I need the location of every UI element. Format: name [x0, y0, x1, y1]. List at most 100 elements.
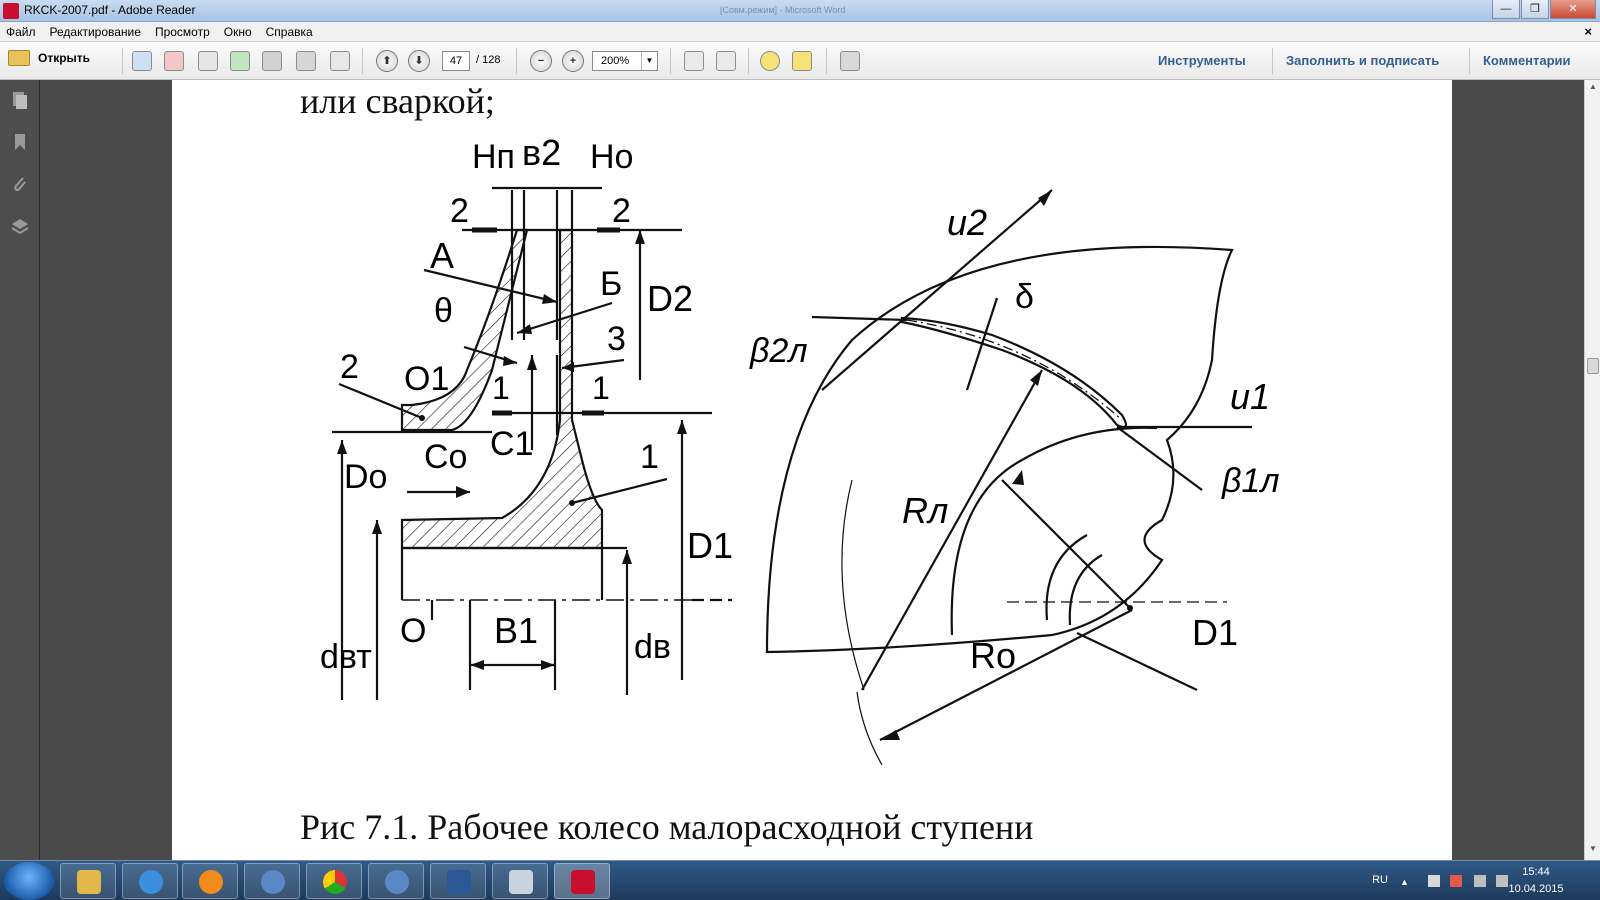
previous-page-button[interactable]: ⬆: [376, 50, 398, 72]
pages-thumbnail-icon[interactable]: [10, 90, 30, 110]
fit-width-icon[interactable]: [684, 51, 704, 71]
folder-icon: [8, 50, 30, 66]
label-2-hub: 2: [340, 348, 359, 386]
taskbar-chrome[interactable]: [306, 863, 362, 899]
label-do: Do: [344, 458, 388, 496]
figure-caption: Рис 7.1. Рабочее колесо малорасходной ст…: [300, 807, 1034, 847]
taskbar-calculator[interactable]: [492, 863, 548, 899]
document-close-button[interactable]: ×: [1584, 24, 1592, 39]
scroll-down-icon[interactable]: ▼: [1587, 844, 1599, 856]
menu-window[interactable]: Окно: [224, 25, 252, 39]
attachments-icon[interactable]: [10, 174, 30, 194]
print-icon[interactable]: [296, 51, 316, 71]
word-icon: [447, 870, 471, 894]
pdf-page: или сваркой; Hп в2 Hо 2 2 А Б θ D2 3 2 O…: [172, 80, 1452, 860]
toolbar-separator: [1272, 48, 1273, 74]
comments-pane-button[interactable]: Комментарии: [1483, 53, 1571, 68]
vertical-scrollbar[interactable]: ▲ ▼: [1584, 80, 1600, 860]
maximize-button[interactable]: ❐: [1521, 0, 1549, 19]
label-ho: Hо: [590, 138, 634, 176]
menu-view[interactable]: Просмотр: [155, 25, 210, 39]
window-controls: — ❐ ✕: [1491, 0, 1596, 19]
scroll-up-icon[interactable]: ▲: [1587, 82, 1599, 94]
menu-help[interactable]: Справка: [266, 25, 313, 39]
label-dvt: dвт: [320, 638, 372, 676]
taskbar-ie[interactable]: [122, 863, 178, 899]
label-d1-right: D1: [1192, 612, 1239, 653]
label-theta: θ: [434, 292, 453, 330]
window-title: RKCK-2007.pdf - Adobe Reader: [24, 3, 196, 17]
fit-page-icon[interactable]: [716, 51, 736, 71]
toolbar-separator: [826, 48, 827, 74]
show-hidden-icons[interactable]: ▲: [1400, 876, 1412, 888]
app-icon: [385, 870, 409, 894]
comment-bubble-icon[interactable]: [760, 51, 780, 71]
clock-date[interactable]: 10.04.2015: [1506, 883, 1566, 895]
label-o1: O1: [404, 360, 450, 398]
navigation-panel: [0, 80, 40, 860]
fill-sign-pane-button[interactable]: Заполнить и подписать: [1286, 53, 1439, 68]
toolbar-separator: [1469, 48, 1470, 74]
media-player-icon: [199, 870, 223, 894]
label-2-left: 2: [450, 192, 469, 230]
toolbar-separator: [670, 48, 671, 74]
zoom-in-button[interactable]: +: [562, 50, 584, 72]
clock-time[interactable]: 15:44: [1506, 866, 1566, 878]
scrollbar-thumb[interactable]: [1587, 358, 1599, 374]
action-center-icon[interactable]: [1428, 875, 1440, 887]
taskbar-app-2[interactable]: [368, 863, 424, 899]
zoom-select[interactable]: 200% ▼: [592, 51, 658, 71]
menu-edit[interactable]: Редактирование: [50, 25, 141, 39]
start-button[interactable]: [4, 862, 54, 900]
internet-explorer-icon: [139, 870, 163, 894]
label-d1-left: D1: [687, 525, 734, 566]
taskbar-explorer[interactable]: [60, 863, 116, 899]
label-hn: Hп: [472, 138, 515, 176]
chevron-down-icon[interactable]: ▼: [641, 52, 657, 70]
toolbar-separator: [748, 48, 749, 74]
label-c1: C1: [490, 425, 534, 463]
minimize-button[interactable]: —: [1492, 0, 1520, 19]
page-number-input[interactable]: 47: [442, 51, 470, 71]
expand-icon[interactable]: [840, 51, 860, 71]
create-pdf-icon[interactable]: [132, 51, 152, 71]
toolbar-separator: [516, 48, 517, 74]
next-page-button[interactable]: ⬇: [408, 50, 430, 72]
layers-icon[interactable]: [10, 216, 30, 236]
label-u1: u1: [1230, 376, 1271, 417]
highlight-icon[interactable]: [792, 51, 812, 71]
page-total: / 128: [476, 54, 501, 66]
label-2-right: 2: [612, 192, 631, 230]
security-icon[interactable]: [1450, 875, 1462, 887]
label-rl: Rл: [902, 490, 949, 531]
network-signal-icon[interactable]: [1474, 875, 1486, 887]
upload-cloud-icon[interactable]: [230, 51, 250, 71]
save-icon[interactable]: [262, 51, 282, 71]
taskbar-adobe-reader[interactable]: [554, 863, 610, 899]
label-ro: Rо: [970, 635, 1017, 676]
close-button[interactable]: ✕: [1550, 0, 1596, 19]
label-beta2: β2л: [750, 332, 808, 370]
language-indicator[interactable]: RU: [1372, 874, 1388, 886]
email-icon[interactable]: [330, 51, 350, 71]
label-1b: 1: [592, 370, 610, 406]
title-bar: RKCK-2007.pdf - Adobe Reader [Совм.режим…: [0, 0, 1600, 22]
taskbar-app-1[interactable]: [244, 863, 300, 899]
folder-icon: [77, 870, 101, 894]
export-pdf-icon[interactable]: [164, 51, 184, 71]
menu-file[interactable]: Файл: [6, 25, 36, 39]
toolbar-separator: [122, 48, 123, 74]
adobe-reader-icon: [3, 3, 19, 19]
label-delta: δ: [1015, 278, 1034, 316]
tools-pane-button[interactable]: Инструменты: [1158, 53, 1246, 68]
open-button[interactable]: Открыть: [8, 50, 90, 66]
label-b2: в2: [522, 132, 562, 173]
document-viewport[interactable]: или сваркой; Hп в2 Hо 2 2 А Б θ D2 3 2 O…: [40, 80, 1584, 860]
chrome-icon: [323, 870, 347, 894]
bookmarks-icon[interactable]: [10, 132, 30, 152]
label-b1: B1: [494, 610, 539, 651]
taskbar-media-player[interactable]: [182, 863, 238, 899]
taskbar-word[interactable]: [430, 863, 486, 899]
edit-pdf-icon[interactable]: [198, 51, 218, 71]
zoom-out-button[interactable]: −: [530, 50, 552, 72]
